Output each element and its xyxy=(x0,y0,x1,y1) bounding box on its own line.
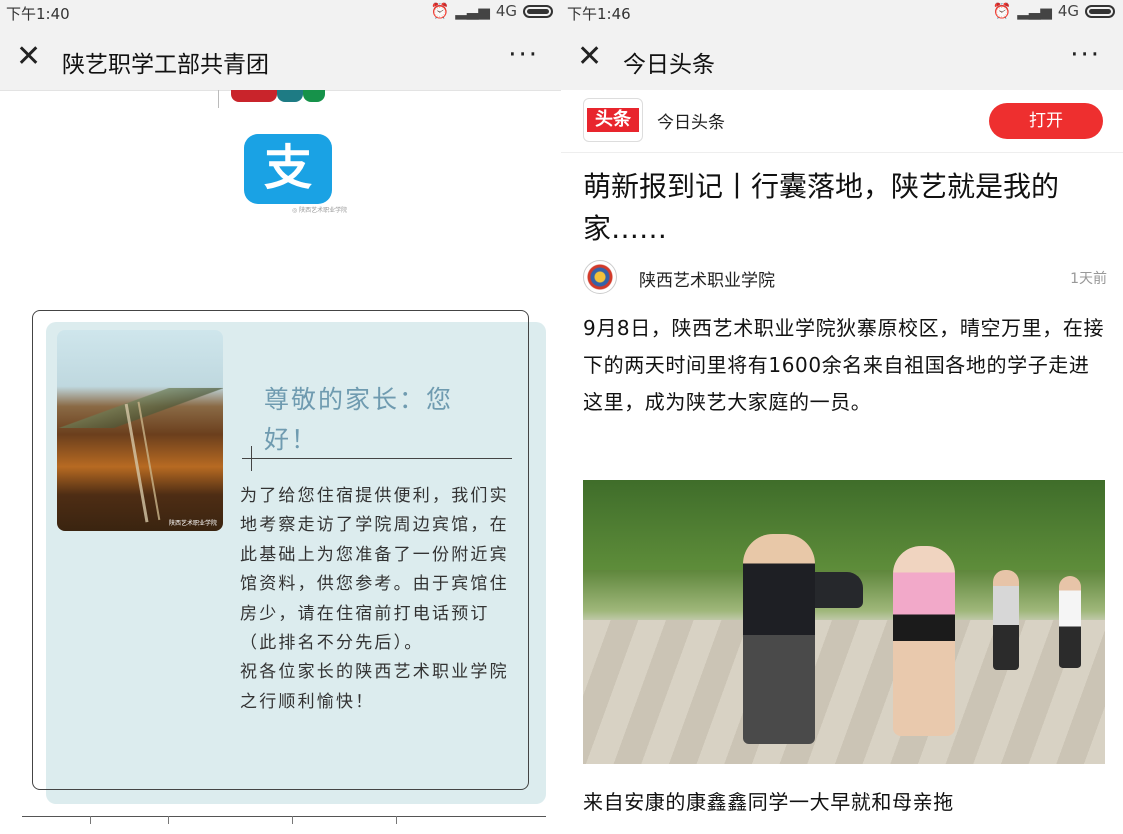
nav-bar: ✕ 陕艺职学工部共青团 ··· xyxy=(0,26,561,91)
status-icons: ⏰ ▂▃▅ 4G xyxy=(431,2,553,20)
letter-greeting: 尊敬的家长：您好！ xyxy=(264,385,454,454)
alarm-icon: ⏰ xyxy=(430,2,450,20)
page-title: 今日头条 xyxy=(623,52,715,78)
signal-icon: ▂▃▅ xyxy=(455,2,490,20)
article-paragraph: 9月8日，陕西艺术职业学院狄寨原校区，晴空万里，在接下的两天时间里将有1600余… xyxy=(583,316,1105,414)
photo-watermark: 陕西艺术职业学院 xyxy=(168,520,217,527)
news-photo xyxy=(583,480,1105,764)
author-avatar[interactable] xyxy=(583,260,617,294)
close-icon[interactable]: ✕ xyxy=(577,40,602,74)
article-paragraph-2: 来自安康的康鑫鑫同学一大早就和母亲拖 xyxy=(583,790,954,814)
app-name: 今日头条 xyxy=(657,113,725,133)
more-menu-icon[interactable]: ··· xyxy=(1070,40,1101,70)
author-name[interactable]: 陕西艺术职业学院 xyxy=(639,266,775,291)
toutiao-logo: 头条 xyxy=(583,98,643,142)
status-time: 下午1:46 xyxy=(567,5,631,23)
app-banner: 头条 今日头条 打开 xyxy=(561,90,1123,153)
close-icon[interactable]: ✕ xyxy=(16,40,41,74)
left-webview: 下午1:40 ⏰ ▂▃▅ 4G ✕ 陕艺职学工部共青团 ··· 支 ◎ 陕西艺术… xyxy=(0,0,561,834)
alipay-logo: 支 xyxy=(244,134,332,204)
signal-icon: ▂▃▅ xyxy=(1017,2,1052,20)
battery-icon xyxy=(523,4,553,18)
status-icons: ⏰ ▂▃▅ 4G xyxy=(993,2,1115,20)
article-headline: 萌新报到记丨行囊落地，陕艺就是我的家…… xyxy=(583,170,1060,245)
page-title: 陕艺职学工部共青团 xyxy=(62,52,269,78)
right-webview: 下午1:46 ⏰ ▂▃▅ 4G ✕ 今日头条 ··· 头条 今日头条 打开 萌新… xyxy=(561,0,1123,834)
more-menu-icon[interactable]: ··· xyxy=(508,40,539,70)
battery-icon xyxy=(1085,4,1115,18)
network-label: 4G xyxy=(495,2,517,20)
letter-wish: 祝各位家长的陕西艺术职业学院之行顺利愉快！ xyxy=(240,662,509,712)
alipay-glyph: 支 xyxy=(263,140,312,196)
table-top-border xyxy=(22,816,546,817)
unionpay-logo xyxy=(218,90,349,108)
letter-text: 为了给您住宿提供便利，我们实地考察走访了学院周边宾馆，在此基础上为您准备了一份附… xyxy=(240,486,509,654)
alarm-icon: ⏰ xyxy=(992,2,1012,20)
alipay-caption: ◎ 陕西艺术职业学院 xyxy=(292,207,348,214)
letter-body: 为了给您住宿提供便利，我们实地考察走访了学院周边宾馆，在此基础上为您准备了一份附… xyxy=(240,482,515,717)
nav-bar: ✕ 今日头条 ··· xyxy=(561,26,1123,91)
publish-time: 1天前 xyxy=(1070,271,1107,287)
great-wall-photo: 陕西艺术职业学院 xyxy=(57,330,223,531)
toutiao-logo-text: 头条 xyxy=(587,108,639,132)
status-bar: 下午1:40 ⏰ ▂▃▅ 4G xyxy=(0,0,561,26)
open-app-button[interactable]: 打开 xyxy=(989,103,1103,139)
network-label: 4G xyxy=(1057,2,1079,20)
author-row: 陕西艺术职业学院 1天前 xyxy=(583,260,1107,294)
status-time: 下午1:40 xyxy=(6,5,70,23)
status-bar: 下午1:46 ⏰ ▂▃▅ 4G xyxy=(561,0,1123,26)
divider-line xyxy=(242,458,512,459)
